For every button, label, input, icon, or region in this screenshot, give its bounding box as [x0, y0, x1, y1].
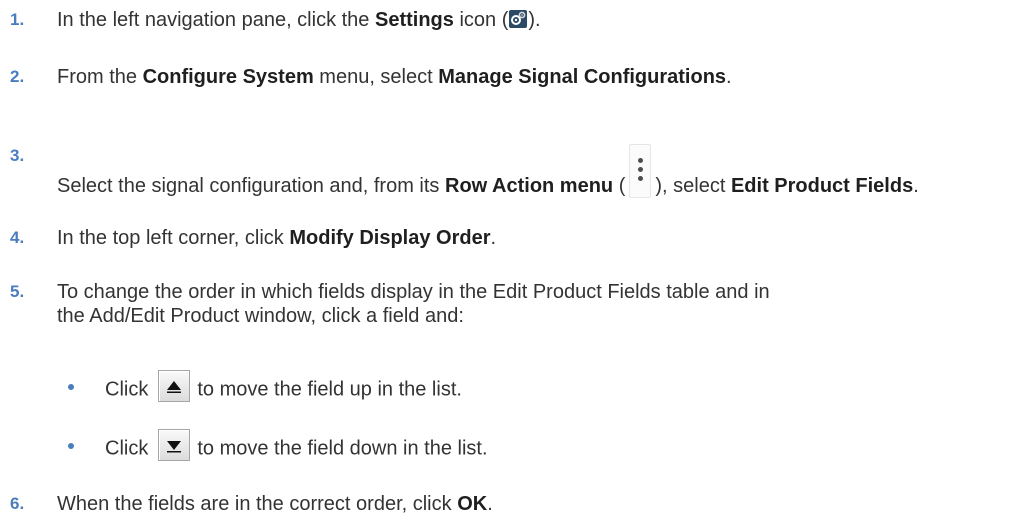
text: .: [490, 227, 497, 249]
text: ), select: [655, 175, 731, 197]
step-4: 4. In the top left corner, click Modify …: [0, 226, 1005, 250]
text: to move the field down in the list.: [197, 437, 488, 460]
kebab-menu-icon: [629, 144, 652, 198]
text: (: [613, 175, 626, 197]
step-text: To change the order in which fields disp…: [57, 280, 1005, 328]
ui-term: Settings: [374, 9, 454, 31]
arrow-up-icon: [158, 370, 191, 402]
step-number: 6.: [10, 494, 25, 513]
step-text: In the top left corner, click Modify Dis…: [57, 226, 1005, 250]
text: In the top left corner, click: [57, 227, 290, 249]
step-text: In the left navigation pane, click the S…: [57, 8, 1005, 32]
ui-term: Manage Signal Configurations: [438, 66, 727, 88]
text: to move the field up in the list.: [197, 378, 462, 401]
text: .: [913, 175, 919, 197]
bullet-dot: [68, 443, 74, 449]
text: Select the signal configuration and, fro…: [57, 175, 445, 197]
step-2: 2. From the Configure System menu, selec…: [0, 65, 1005, 89]
bullet-dot: [68, 384, 74, 390]
bullet-text: Click to move the field down in the list.: [105, 429, 488, 465]
text: Click: [105, 437, 149, 460]
step-5: 5. To change the order in which fields d…: [0, 280, 1005, 328]
text: icon (: [453, 9, 509, 31]
text: .: [487, 493, 493, 515]
step-number: 2.: [10, 67, 25, 86]
text: ).: [528, 9, 541, 31]
step-text: Select the signal configuration and, fro…: [57, 144, 1005, 198]
text: Click: [105, 378, 149, 401]
step-1: 1. In the left navigation pane, click th…: [0, 8, 1005, 32]
ui-term: Edit Product Fields: [730, 175, 914, 197]
step-number: 4.: [10, 228, 25, 247]
step-6: 6. When the fields are in the correct or…: [0, 492, 1005, 516]
text: From the: [57, 66, 143, 88]
text: When the fields are in the correct order…: [57, 493, 458, 515]
ui-term: Configure System: [142, 66, 314, 88]
ui-term: OK: [457, 493, 488, 515]
text-line: the Add/Edit Product window, click a fie…: [57, 305, 464, 327]
ui-term: Modify Display Order: [289, 227, 491, 249]
text: In the left navigation pane, click the: [57, 9, 375, 31]
settings-gear-icon: [509, 9, 528, 28]
ui-term: Row Action menu: [445, 175, 614, 197]
text: menu, select: [313, 66, 439, 88]
step-number: 3.: [10, 146, 25, 165]
step-3: 3. Select the signal configuration and, …: [0, 144, 1005, 198]
step-text: When the fields are in the correct order…: [57, 492, 1005, 516]
step-number: 1.: [10, 10, 25, 29]
step-text: From the Configure System menu, select M…: [57, 65, 1005, 89]
step-number: 5.: [10, 282, 25, 301]
text-line: To change the order in which fields disp…: [57, 281, 770, 303]
arrow-down-icon: [158, 429, 191, 461]
bullet-text: Click to move the field up in the list.: [105, 370, 462, 406]
text: .: [726, 66, 732, 88]
